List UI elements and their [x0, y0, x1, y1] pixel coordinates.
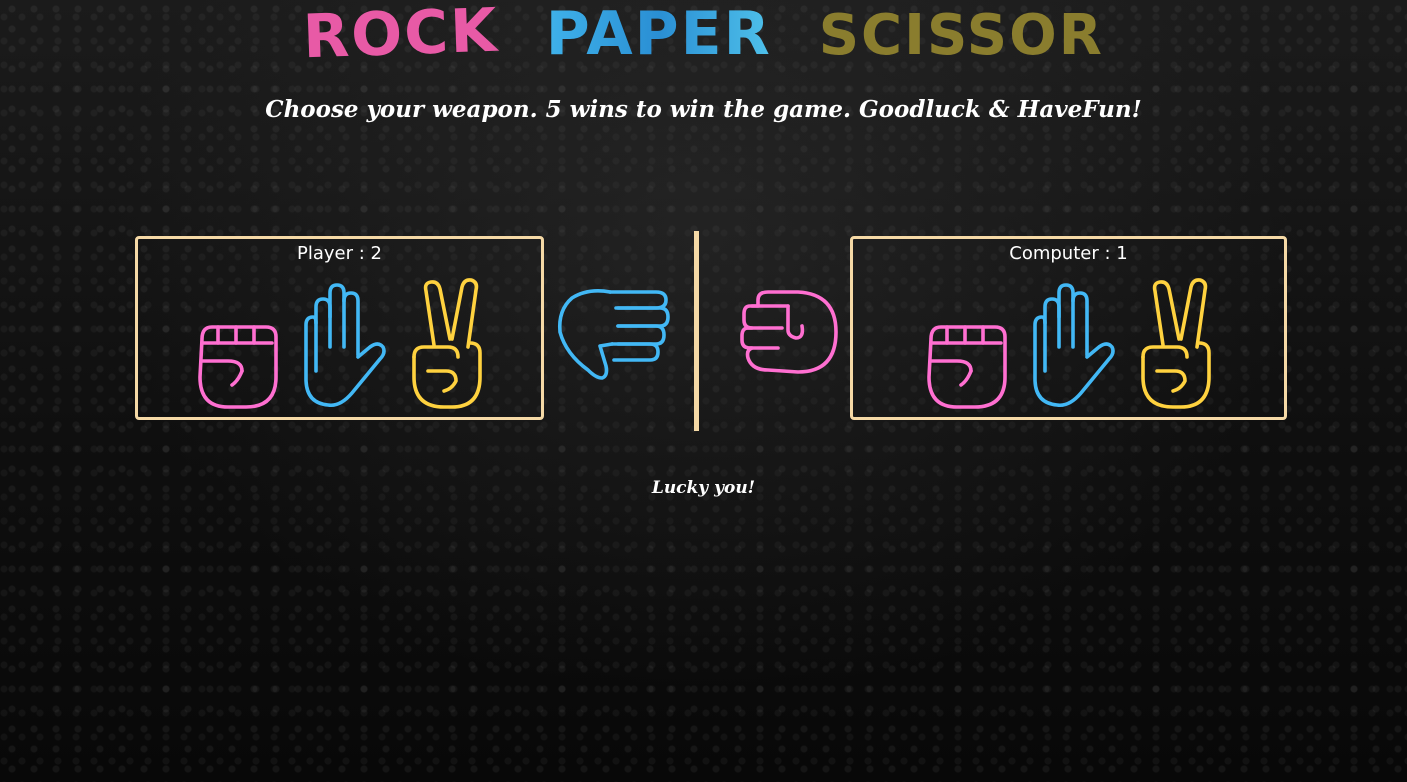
computer-chosen-rock-icon [740, 290, 838, 374]
player-weapons [138, 277, 541, 415]
rock-icon [926, 325, 1007, 409]
rock-icon[interactable] [188, 277, 280, 415]
center-divider [694, 231, 699, 431]
paper-icon[interactable] [294, 277, 386, 415]
paper-icon [1032, 283, 1115, 408]
title-paper: PAPER [545, 0, 772, 69]
round-result-text: Lucky you! [651, 478, 756, 498]
computer-panel: Computer : 1 [850, 236, 1287, 420]
game-title: ROCK PAPER SCISSOR [0, 0, 1407, 72]
player-score-label: Player : 2 [297, 243, 382, 264]
player-chosen-paper-icon [557, 289, 670, 380]
title-scissor: SCISSOR [818, 3, 1104, 68]
title-rock: ROCK [301, 0, 501, 73]
computer-score-label: Computer : 1 [1009, 243, 1128, 264]
scissor-icon [1140, 278, 1211, 409]
computer-weapons [853, 277, 1284, 415]
player-panel: Player : 2 [135, 236, 544, 420]
instructions-text: Choose your weapon. 5 wins to win the ga… [265, 96, 1142, 123]
scissor-icon[interactable] [400, 277, 492, 415]
